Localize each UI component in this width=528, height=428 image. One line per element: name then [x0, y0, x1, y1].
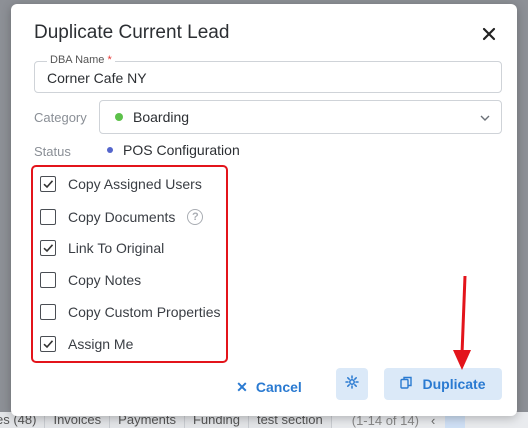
duplicate-button[interactable]: Duplicate: [384, 368, 502, 400]
category-status-dot: [115, 113, 123, 121]
status-value-group: POS Configuration: [107, 142, 240, 158]
option-label: Copy Assigned Users: [68, 176, 202, 192]
checkbox-copy-custom-properties[interactable]: [40, 304, 56, 320]
option-label: Copy Custom Properties: [68, 304, 221, 320]
duplicate-label: Duplicate: [422, 376, 486, 392]
option-assign-me[interactable]: Assign Me: [40, 336, 133, 352]
chevron-down-icon[interactable]: [479, 111, 491, 129]
dba-name-label-text: DBA Name: [50, 54, 105, 66]
duplicate-lead-dialog: Duplicate Current Lead DBA Name * Corner…: [11, 4, 517, 416]
dialog-title: Duplicate Current Lead: [34, 22, 230, 43]
checkbox-assign-me[interactable]: [40, 336, 56, 352]
dba-name-field[interactable]: DBA Name * Corner Cafe NY: [34, 54, 502, 93]
cancel-button[interactable]: ✕ Cancel: [229, 372, 309, 402]
settings-button[interactable]: [336, 368, 368, 400]
dba-name-label: DBA Name *: [47, 54, 115, 66]
option-label: Link To Original: [68, 240, 165, 256]
cancel-label: Cancel: [255, 379, 302, 395]
x-icon: ✕: [236, 378, 248, 395]
option-copy-notes[interactable]: Copy Notes: [40, 272, 141, 288]
option-copy-assigned-users[interactable]: Copy Assigned Users: [40, 176, 202, 192]
required-marker: *: [107, 54, 112, 66]
category-value: Boarding: [133, 109, 190, 125]
option-label: Copy Documents: [68, 209, 176, 225]
checkbox-copy-assigned-users[interactable]: [40, 176, 56, 192]
copy-icon: [400, 376, 422, 392]
checkbox-link-to-original[interactable]: [40, 240, 56, 256]
option-label: Copy Notes: [68, 272, 142, 288]
gear-icon: [345, 374, 359, 394]
status-value: POS Configuration: [123, 142, 240, 158]
help-icon[interactable]: ?: [187, 209, 204, 225]
option-copy-custom-properties[interactable]: Copy Custom Properties: [40, 304, 221, 320]
checkbox-copy-notes[interactable]: [40, 272, 56, 288]
copy-options-highlight: Copy Assigned Users Copy Documents ? Lin…: [31, 165, 228, 363]
option-link-to-original[interactable]: Link To Original: [40, 240, 164, 256]
close-icon[interactable]: [479, 24, 499, 44]
category-select[interactable]: Boarding: [99, 100, 502, 134]
category-label: Category: [34, 110, 87, 125]
dba-name-value[interactable]: Corner Cafe NY: [47, 70, 147, 86]
option-copy-documents[interactable]: Copy Documents ?: [40, 209, 204, 225]
status-label: Status: [34, 144, 71, 159]
status-dot: [107, 147, 113, 153]
option-label: Assign Me: [68, 336, 134, 352]
red-arrow-annotation: [453, 276, 471, 370]
checkbox-copy-documents[interactable]: [40, 209, 56, 225]
